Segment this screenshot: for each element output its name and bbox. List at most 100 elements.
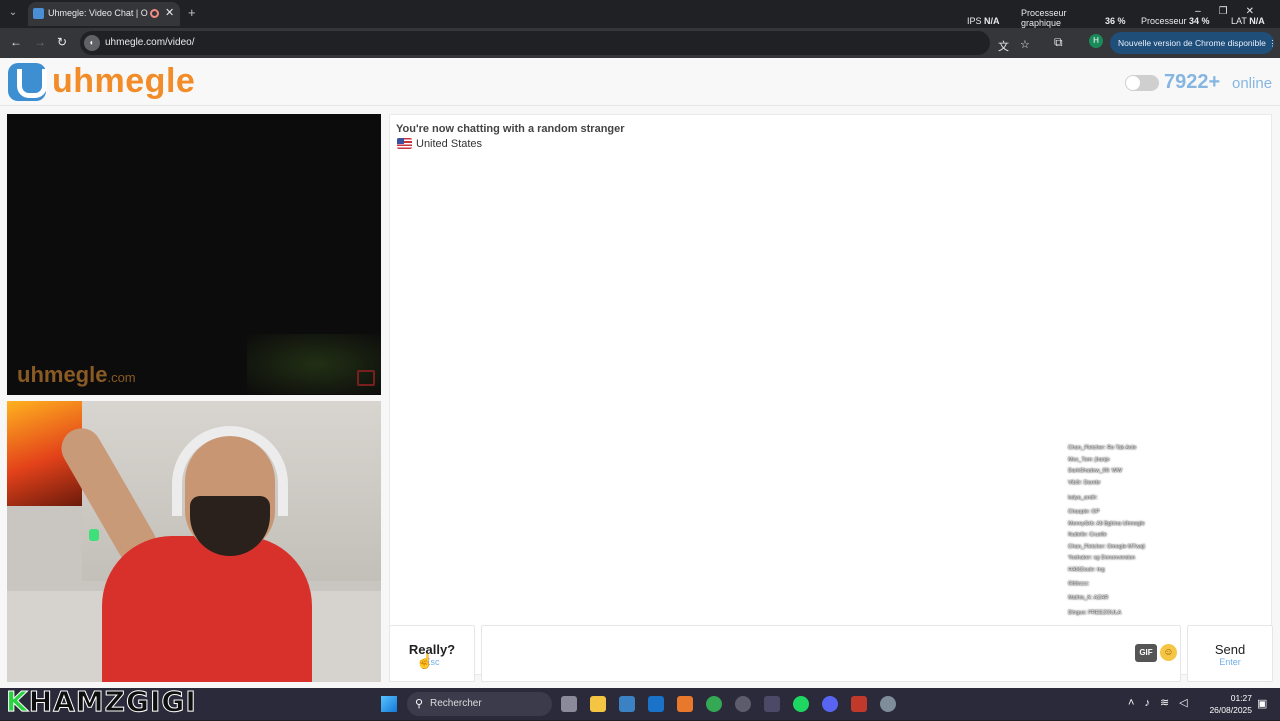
recording-icon bbox=[150, 9, 159, 18]
us-flag-icon bbox=[397, 138, 412, 149]
lat-label: LAT bbox=[1231, 16, 1247, 26]
gpu-value: 36 % bbox=[1105, 16, 1126, 26]
reload-icon[interactable]: ↻ bbox=[57, 35, 67, 49]
windows-start-icon[interactable] bbox=[381, 696, 397, 712]
discord-icon[interactable] bbox=[822, 696, 838, 712]
clock-date: 26/08/2025 bbox=[1209, 705, 1252, 715]
cpu-value: 34 % bbox=[1189, 16, 1210, 26]
notification-bell-icon[interactable]: ▣ bbox=[1257, 697, 1267, 710]
streamer-name-overlay: KHAMZGIGI bbox=[6, 685, 197, 721]
wifi-icon[interactable]: ≋ bbox=[1160, 697, 1179, 709]
emoji-icon[interactable]: ☺ bbox=[1160, 644, 1177, 661]
app-a-icon[interactable] bbox=[677, 696, 693, 712]
back-arrow-icon[interactable]: ← bbox=[10, 35, 22, 49]
task-view-icon[interactable] bbox=[561, 696, 577, 712]
stream-chat-line: kalya_andir: bbox=[1068, 495, 1098, 501]
gpu-label-1: Processeur bbox=[1021, 8, 1067, 18]
stream-chat-line: HAMZoule: tng bbox=[1068, 566, 1105, 573]
file-explorer-icon[interactable] bbox=[590, 696, 606, 712]
theme-toggle[interactable] bbox=[1125, 75, 1159, 91]
stream-chat-line: DarkShadow_99: WW bbox=[1068, 468, 1123, 474]
chrome-icon[interactable] bbox=[706, 696, 722, 712]
taskbar: KHAMZGIGI ⚲ Rechercher ˄♪≋◁ 01:27 26/08/… bbox=[0, 685, 1280, 721]
chrome-update-button[interactable]: Nouvelle version de Chrome disponible ⋮ bbox=[1110, 32, 1277, 54]
clock-time: 01:27 bbox=[1230, 693, 1252, 703]
new-tab-button[interactable]: + bbox=[188, 5, 196, 20]
chat-log: You're now chatting with a random strang… bbox=[389, 114, 1272, 675]
gpu-stat: Processeur graphique bbox=[1021, 8, 1067, 28]
self-video bbox=[7, 401, 381, 682]
forward-arrow-icon[interactable]: → bbox=[34, 35, 46, 49]
update-label: Nouvelle version de Chrome disponible bbox=[1118, 38, 1266, 48]
send-button[interactable]: Send Enter bbox=[1187, 625, 1273, 682]
obs-icon[interactable] bbox=[735, 696, 751, 712]
tab-search-chevron-icon[interactable]: ⌄ bbox=[4, 4, 22, 22]
message-input[interactable] bbox=[481, 625, 1181, 682]
streamer-name: HAMZGIGI bbox=[28, 685, 197, 719]
taskbar-search-text: Rechercher bbox=[430, 698, 482, 709]
stream-chat-line: Mox_Tom: jhanjo bbox=[1068, 456, 1110, 463]
settings-gear-icon[interactable] bbox=[880, 696, 896, 712]
gif-button[interactable]: GIF bbox=[1135, 644, 1157, 662]
system-tray[interactable]: ˄♪≋◁ bbox=[1128, 696, 1198, 709]
stranger-video: uhmegle.com bbox=[7, 114, 381, 395]
watermark-main: uhmegle bbox=[17, 362, 108, 387]
stream-chat-line: MoneyGrb: Ali Bghina Uhmegle bbox=[1068, 520, 1145, 527]
close-tab-icon[interactable]: ✕ bbox=[165, 6, 174, 19]
outlook-icon[interactable] bbox=[648, 696, 664, 712]
stream-chat-line: Gibbzzz: bbox=[1068, 581, 1090, 587]
lat-stat: LAT N/A bbox=[1231, 16, 1265, 26]
chevron-up-icon[interactable]: ˄ bbox=[1128, 697, 1144, 709]
browser-tab[interactable]: Uhmegle: Video Chat | Ome ✕ bbox=[28, 2, 180, 26]
stream-chat-line: Chan_Fletcher: Omegle M7waji bbox=[1068, 543, 1146, 550]
stream-chat-line: Chan_Fletcher: Ro Tak Anle bbox=[1068, 445, 1137, 451]
bookmark-star-icon[interactable]: ☆ bbox=[1020, 38, 1030, 51]
gpu-label-2: graphique bbox=[1021, 18, 1062, 28]
store-icon[interactable] bbox=[619, 696, 635, 712]
stream-chat-line: Dingus: FREEZOULA bbox=[1068, 609, 1122, 616]
chat-status-message: You're now chatting with a random strang… bbox=[396, 123, 625, 135]
profile-avatar[interactable]: H bbox=[1089, 34, 1103, 48]
window-controls[interactable]: –❐✕ bbox=[1195, 6, 1272, 17]
volume-icon[interactable]: ◁ bbox=[1179, 697, 1197, 709]
clock[interactable]: 01:27 26/08/2025 bbox=[1208, 692, 1252, 716]
video-watermark: uhmegle.com bbox=[17, 362, 136, 388]
online-label: online bbox=[1232, 75, 1273, 92]
search-icon: ⚲ bbox=[415, 698, 424, 710]
uhmegle-logo-icon[interactable] bbox=[8, 63, 47, 101]
minimize-icon[interactable]: – bbox=[1195, 6, 1219, 17]
microphone-icon[interactable]: ♪ bbox=[1144, 697, 1160, 709]
translate-icon[interactable]: 文 bbox=[998, 38, 1009, 54]
send-label: Send bbox=[1214, 642, 1246, 657]
app-monitor-icon[interactable] bbox=[764, 696, 780, 712]
stream-chat-line: Chaaple: OP bbox=[1068, 509, 1100, 515]
more-menu-icon: ⋮ bbox=[1268, 38, 1277, 48]
site-header: uhmegle 7922+ online bbox=[0, 58, 1280, 106]
send-hint: Enter bbox=[1219, 657, 1241, 667]
taskbar-search[interactable]: ⚲ Rechercher bbox=[407, 692, 552, 716]
close-window-icon[interactable]: ✕ bbox=[1246, 6, 1272, 17]
site-info-icon[interactable]: ◐ bbox=[84, 35, 100, 51]
streamer-initial: K bbox=[6, 685, 29, 719]
address-bar[interactable]: ◐ uhmegle.com/video/ 文 ☆ bbox=[80, 31, 1030, 55]
url-text[interactable]: uhmegle.com/video/ bbox=[105, 37, 195, 48]
watermark-suffix: .com bbox=[107, 370, 136, 385]
extensions-icon[interactable]: ⧉ bbox=[1054, 35, 1063, 50]
gpu-value-wrap: 36 % bbox=[1105, 16, 1126, 26]
self-video-green-light bbox=[89, 529, 99, 541]
lat-value: N/A bbox=[1249, 16, 1265, 26]
hand-cursor-icon: ☝ bbox=[416, 653, 434, 669]
report-flag-icon[interactable] bbox=[357, 370, 375, 386]
spotify-icon[interactable] bbox=[793, 696, 809, 712]
tab-title: Uhmegle: Video Chat | Ome bbox=[48, 8, 148, 18]
ips-value: N/A bbox=[984, 16, 1000, 26]
ips-stat: IPS N/A bbox=[967, 16, 1000, 26]
stream-chat-line: Nutielle: Cruelle bbox=[1068, 532, 1107, 538]
restore-icon[interactable]: ❐ bbox=[1219, 6, 1246, 17]
stream-chat-line: Vib3r: Darebr bbox=[1068, 479, 1101, 486]
cpu-stat: Processeur 34 % bbox=[1141, 16, 1210, 26]
site-logo[interactable]: uhmegle bbox=[52, 62, 195, 101]
app-archive-icon[interactable] bbox=[851, 696, 867, 712]
page: uhmegle 7922+ online uhmegle.com You're … bbox=[0, 58, 1280, 688]
stranger-country: United States bbox=[416, 138, 483, 150]
